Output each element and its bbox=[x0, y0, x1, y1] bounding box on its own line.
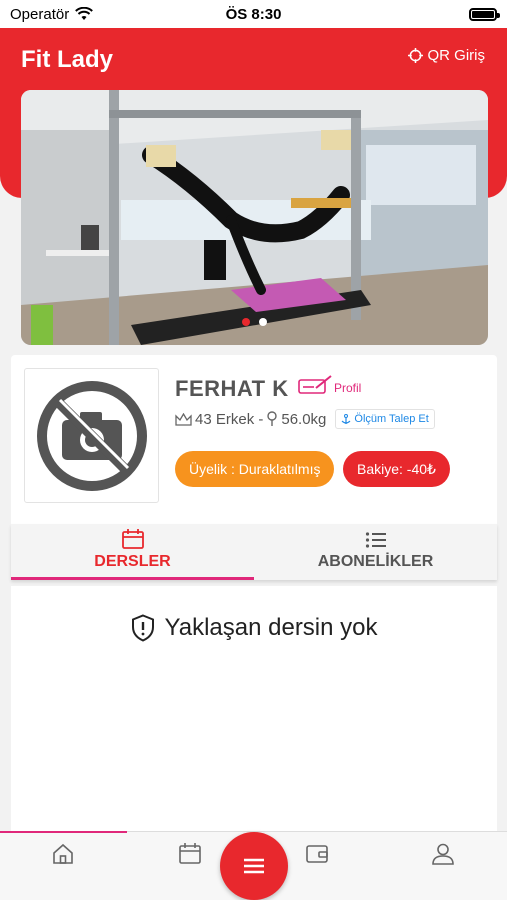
user-meta: 43 Erkek - 56.0kg Ölçüm Talep Et bbox=[175, 407, 435, 431]
tab-subscriptions[interactable]: ABONELİKLER bbox=[254, 524, 497, 580]
profile-link[interactable]: Profil bbox=[298, 375, 361, 395]
empty-state-message: Yaklaşan dersin yok bbox=[164, 614, 378, 641]
calendar-icon bbox=[121, 529, 144, 549]
nav-profile[interactable] bbox=[431, 842, 455, 866]
avatar[interactable] bbox=[24, 368, 159, 503]
app-title: Fit Lady bbox=[21, 46, 114, 73]
crown-icon bbox=[175, 412, 192, 426]
tab-subscriptions-label: ABONELİKLER bbox=[317, 553, 434, 570]
profile-card: FERHAT K Profil 43 Erkek - 56.0kg Ölçüm … bbox=[11, 355, 497, 525]
status-bar: Operatör ÖS 8:30 bbox=[0, 0, 507, 28]
bottom-nav bbox=[0, 831, 507, 900]
carousel-dot[interactable] bbox=[242, 318, 250, 326]
shield-alert-icon bbox=[131, 614, 154, 642]
tab-lessons-label: DERSLER bbox=[94, 553, 171, 570]
carrier-label: Operatör bbox=[10, 5, 70, 23]
crosshair-icon bbox=[407, 48, 423, 63]
lessons-panel: Yaklaşan dersin yok bbox=[11, 586, 497, 831]
anchor-icon bbox=[341, 413, 351, 424]
carousel-dots bbox=[21, 318, 488, 326]
wallet-icon bbox=[306, 845, 328, 863]
empty-state: Yaklaşan dersin yok bbox=[11, 614, 497, 642]
nav-wallet[interactable] bbox=[305, 842, 329, 866]
edit-profile-icon bbox=[298, 375, 332, 394]
qr-login-label: QR Giriş bbox=[427, 47, 486, 64]
nav-home[interactable] bbox=[51, 842, 75, 866]
menu-fab-button[interactable] bbox=[220, 832, 288, 900]
age-gender: 43 Erkek - bbox=[195, 410, 264, 428]
calendar-icon bbox=[179, 843, 201, 864]
tab-bar: DERSLER ABONELİKLER bbox=[11, 524, 497, 580]
battery-icon bbox=[469, 7, 500, 21]
user-name: FERHAT K bbox=[175, 376, 289, 401]
measurement-request-button[interactable]: Ölçüm Talep Et bbox=[335, 409, 435, 429]
no-photo-icon bbox=[36, 380, 147, 491]
wifi-icon bbox=[75, 7, 94, 20]
nav-active-indicator bbox=[0, 831, 127, 833]
measurement-request-label: Ölçüm Talep Et bbox=[354, 413, 429, 425]
balance-badge[interactable]: Bakiye: -40₺ bbox=[343, 451, 450, 487]
tab-lessons[interactable]: DERSLER bbox=[11, 524, 254, 580]
user-icon bbox=[432, 843, 454, 865]
list-icon bbox=[365, 532, 386, 548]
membership-status-badge[interactable]: Üyelik : Duraklatılmış bbox=[175, 451, 335, 487]
weight-icon bbox=[267, 411, 278, 426]
banner-carousel[interactable] bbox=[21, 90, 488, 345]
qr-login-button[interactable]: QR Giriş bbox=[407, 47, 486, 64]
carousel-dot[interactable] bbox=[259, 318, 267, 326]
nav-calendar[interactable] bbox=[178, 842, 202, 866]
menu-icon bbox=[244, 858, 264, 874]
weight-value: 56.0kg bbox=[281, 410, 327, 428]
home-icon bbox=[53, 843, 73, 864]
gym-photo bbox=[21, 90, 488, 345]
profile-link-label: Profil bbox=[334, 381, 362, 395]
